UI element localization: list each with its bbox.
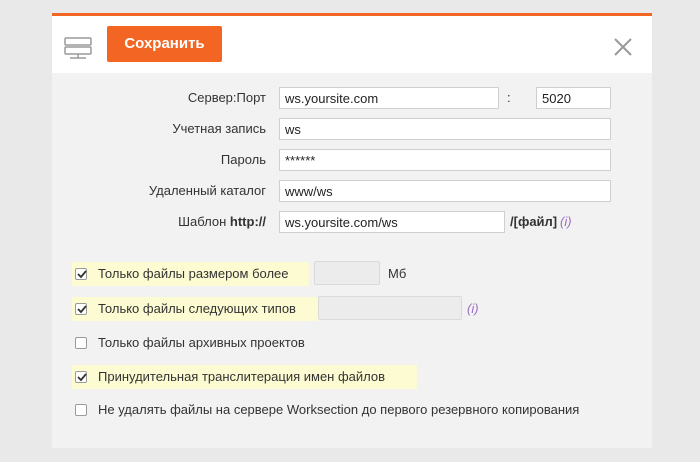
file-types-checkbox[interactable] xyxy=(75,303,87,315)
password-row: Пароль xyxy=(52,149,652,171)
size-limit-label: Только файлы размером более xyxy=(98,266,289,281)
checkmark-icon xyxy=(77,373,87,382)
dialog-header: Сохранить xyxy=(52,16,652,73)
option-archived-projects[interactable]: Только файлы архивных проектов xyxy=(72,331,392,355)
password-label: Пароль xyxy=(220,152,266,167)
account-label: Учетная запись xyxy=(172,121,266,136)
backup-settings-dialog: Сохранить Сервер:Порт : Учетная запись П… xyxy=(52,13,652,448)
port-separator: : xyxy=(507,90,511,105)
save-button[interactable]: Сохранить xyxy=(107,26,222,62)
server-port-label: Сервер:Порт xyxy=(187,90,266,105)
server-icon xyxy=(64,37,92,59)
server-port-row: Сервер:Порт : xyxy=(52,87,652,109)
directory-row: Удаленный каталог xyxy=(52,180,652,202)
option-transliteration[interactable]: Принудительная транслитерация имен файло… xyxy=(72,365,422,389)
server-input[interactable] xyxy=(279,87,499,109)
account-row: Учетная запись xyxy=(52,118,652,140)
template-label-prefix: Шаблон xyxy=(178,214,230,229)
option-keep-files[interactable]: Не удалять файлы на сервере Worksection … xyxy=(72,398,642,422)
template-label: Шаблон http:// xyxy=(178,211,266,233)
checkmark-icon xyxy=(77,305,87,314)
option-file-types[interactable]: Только файлы следующих типов (i) xyxy=(72,296,492,321)
close-icon[interactable] xyxy=(613,37,633,57)
size-limit-input[interactable] xyxy=(314,261,380,285)
template-suffix: /[файл] xyxy=(510,214,558,229)
password-input[interactable] xyxy=(279,149,611,171)
keep-files-label: Не удалять файлы на сервере Worksection … xyxy=(98,402,580,417)
port-input[interactable] xyxy=(536,87,611,109)
file-types-input[interactable] xyxy=(318,296,462,320)
template-info-icon[interactable]: (i) xyxy=(560,211,572,233)
template-row: Шаблон http:// /[файл] (i) xyxy=(52,211,652,233)
checkmark-icon xyxy=(77,270,87,279)
file-types-label: Только файлы следующих типов xyxy=(98,301,296,316)
size-unit-label: Мб xyxy=(388,266,407,281)
archived-projects-label: Только файлы архивных проектов xyxy=(98,335,305,350)
template-input[interactable] xyxy=(279,211,505,233)
directory-input[interactable] xyxy=(279,180,611,202)
template-label-protocol: http:// xyxy=(229,214,266,229)
size-limit-checkbox[interactable] xyxy=(75,268,87,280)
transliteration-label: Принудительная транслитерация имен файло… xyxy=(98,369,386,384)
file-types-info-icon[interactable]: (i) xyxy=(467,297,479,321)
directory-label: Удаленный каталог xyxy=(148,183,266,198)
archived-projects-checkbox[interactable] xyxy=(75,337,87,349)
keep-files-checkbox[interactable] xyxy=(75,404,87,416)
option-size-limit[interactable]: Только файлы размером более Мб xyxy=(72,261,412,286)
transliteration-checkbox[interactable] xyxy=(75,371,87,383)
account-input[interactable] xyxy=(279,118,611,140)
